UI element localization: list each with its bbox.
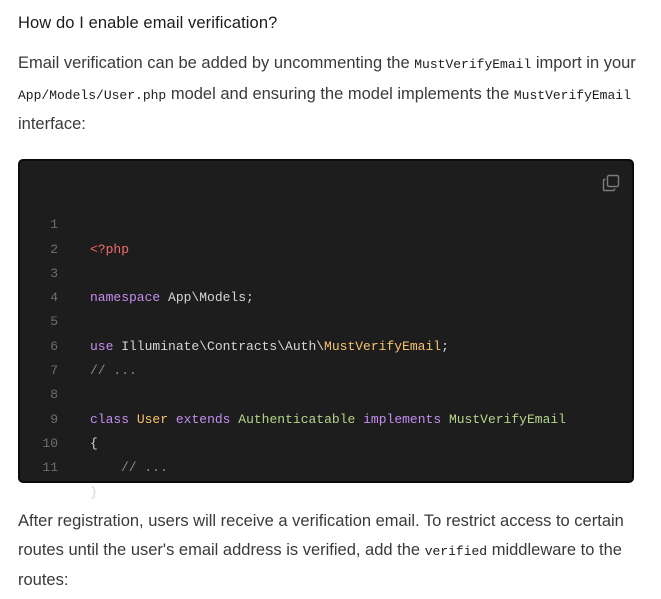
code-line: 7 — [20, 335, 632, 378]
code-line: 1 <?php — [20, 189, 632, 256]
answer-text: interface: — [18, 115, 86, 133]
answer-text: import in your — [531, 54, 636, 72]
code-block: 1 <?php 2 3 namespace App\Models; 4 5 us… — [18, 159, 634, 500]
code-line: 4 — [20, 262, 632, 305]
inline-code-mustverifyemail: MustVerifyEmail — [513, 87, 631, 103]
code-content: // ... — [121, 456, 168, 480]
faq-question-heading: How do I enable email verification? — [18, 14, 278, 32]
answer-text: Email verification can be added by uncom… — [18, 54, 415, 72]
code-content: } — [90, 481, 98, 505]
code-lines: 1 <?php 2 3 namespace App\Models; 4 5 us… — [20, 189, 632, 499]
inline-code-verified: verified — [424, 543, 488, 559]
inline-code-user-model-path: App/Models/User.php — [18, 87, 167, 103]
answer-text: model and ensuring the model implements … — [166, 84, 514, 103]
code-line: 3 namespace App\Models; — [20, 238, 632, 305]
code-line: 9 { — [20, 383, 632, 451]
followup-paragraph: After registration, users will receive a… — [18, 507, 648, 595]
code-line: 10 // ... — [20, 408, 632, 475]
code-line: 11 } — [20, 432, 632, 499]
code-line: 8 class User extends Authenticatable imp… — [20, 359, 632, 426]
line-number: 11 — [42, 460, 58, 476]
code-line: 6 // ... — [20, 310, 632, 378]
code-line: 5 use Illuminate\Contracts\Auth\MustVeri… — [20, 286, 632, 353]
code-text: } — [90, 484, 98, 500]
inline-code-mustverifyemail: MustVerifyEmail — [414, 57, 532, 72]
code-line: 2 — [20, 213, 632, 257]
answer-paragraph: Email verification can be added by uncom… — [18, 49, 648, 139]
code-comment: // ... — [121, 460, 168, 476]
faq-section: How do I enable email verification? Emai… — [0, 0, 661, 599]
